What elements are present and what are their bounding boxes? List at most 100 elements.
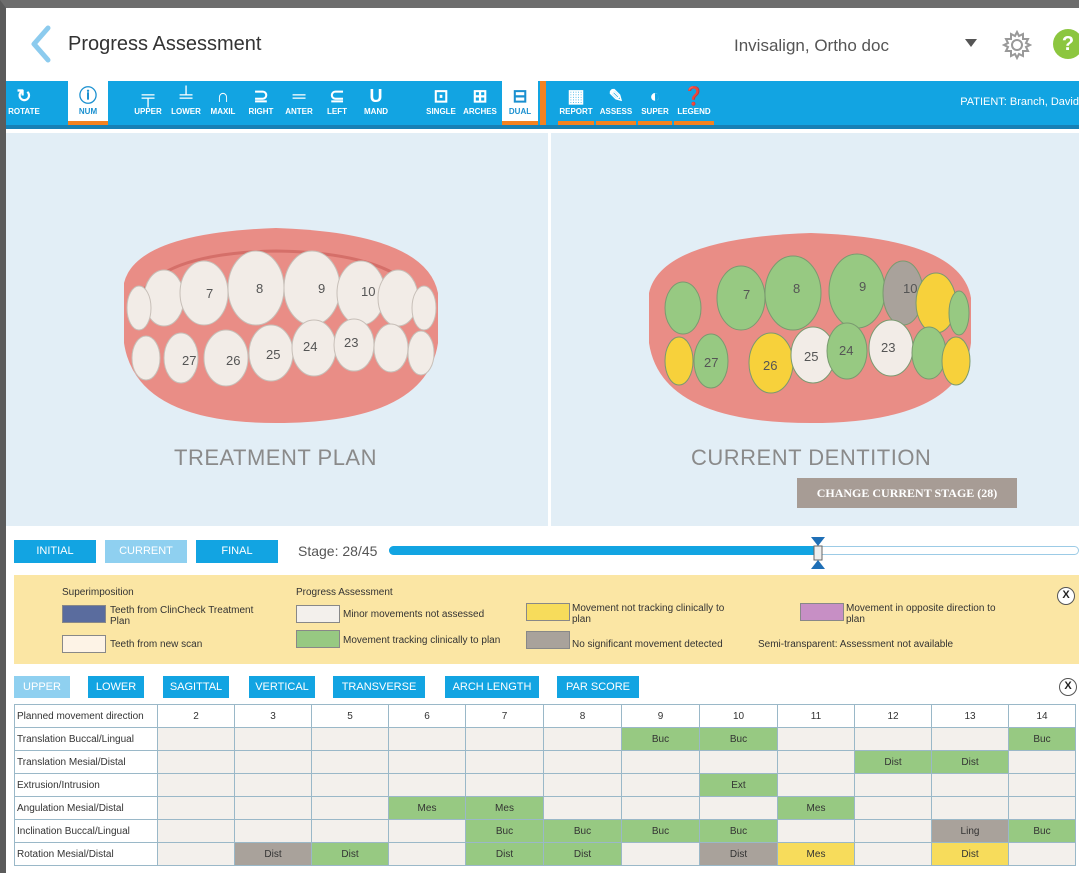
table-cell[interactable]: Mes	[388, 796, 466, 820]
doctor-select[interactable]: Invisalign, Ortho doc	[734, 36, 889, 56]
table-cell[interactable]	[1008, 796, 1076, 820]
table-cell[interactable]	[157, 819, 235, 843]
legend-close-icon[interactable]: X	[1057, 587, 1075, 605]
table-cell[interactable]	[234, 819, 312, 843]
tab-lower[interactable]: LOWER	[88, 676, 144, 698]
table-cell[interactable]: Dist	[854, 750, 932, 774]
table-cell[interactable]	[621, 842, 700, 866]
tab-transverse[interactable]: TRANSVERSE	[333, 676, 425, 698]
table-cell[interactable]: Dist	[699, 842, 778, 866]
table-cell[interactable]: Buc	[1008, 819, 1076, 843]
anter-view-button[interactable]: ═ ANTER	[282, 81, 316, 125]
report-button[interactable]: ▦ REPORT	[558, 81, 594, 125]
table-cell[interactable]: Mes	[465, 796, 544, 820]
table-cell[interactable]: Buc	[465, 819, 544, 843]
table-cell[interactable]: Ling	[931, 819, 1009, 843]
right-view-button[interactable]: ⊇ RIGHT	[244, 81, 278, 125]
table-cell[interactable]	[157, 842, 235, 866]
table-cell[interactable]	[854, 796, 932, 820]
table-cell[interactable]: Dist	[543, 842, 622, 866]
table-cell[interactable]	[311, 819, 389, 843]
arches-view-button[interactable]: ⊞ ARCHES	[460, 81, 500, 125]
table-cell[interactable]: Buc	[621, 819, 700, 843]
table-cell[interactable]	[157, 727, 235, 751]
table-cell[interactable]	[931, 773, 1009, 797]
table-cell[interactable]	[311, 727, 389, 751]
table-cell[interactable]	[157, 750, 235, 774]
rotate-button[interactable]: ↻ ROTATE	[6, 81, 42, 125]
table-cell[interactable]	[311, 750, 389, 774]
current-stage-button[interactable]: CURRENT	[105, 540, 187, 563]
lower-view-button[interactable]: ╧ LOWER	[168, 81, 204, 125]
table-cell[interactable]	[621, 750, 700, 774]
current-dentition-viewer[interactable]: 7 8 9 10 26 25 24 23 27 CURRENT DENTITIO…	[551, 133, 1079, 526]
table-cell[interactable]	[465, 773, 544, 797]
dual-view-button[interactable]: ⊟ DUAL	[502, 81, 538, 125]
change-current-stage-button[interactable]: CHANGE CURRENT STAGE (28)	[797, 478, 1017, 508]
table-cell[interactable]	[931, 727, 1009, 751]
table-close-icon[interactable]: X	[1059, 678, 1077, 696]
help-icon[interactable]: ?	[1053, 29, 1079, 59]
back-arrow-icon[interactable]	[26, 24, 56, 64]
table-cell[interactable]: Mes	[777, 842, 855, 866]
initial-stage-button[interactable]: INITIAL	[14, 540, 96, 563]
table-cell[interactable]	[543, 773, 622, 797]
table-cell[interactable]	[388, 819, 466, 843]
maxil-view-button[interactable]: ∩ MAXIL	[206, 81, 240, 125]
table-cell[interactable]	[234, 773, 312, 797]
table-cell[interactable]	[1008, 750, 1076, 774]
treatment-plan-viewer[interactable]: 7 8 9 10 26 25 24 23 27 TREATMENT PLAN	[6, 133, 548, 526]
table-cell[interactable]	[234, 750, 312, 774]
table-cell[interactable]	[465, 750, 544, 774]
table-cell[interactable]	[388, 750, 466, 774]
table-cell[interactable]	[854, 842, 932, 866]
table-cell[interactable]	[543, 796, 622, 820]
table-cell[interactable]: Buc	[699, 727, 778, 751]
table-cell[interactable]	[1008, 773, 1076, 797]
table-cell[interactable]	[777, 750, 855, 774]
chevron-down-icon[interactable]	[965, 39, 977, 47]
table-cell[interactable]	[699, 796, 778, 820]
table-cell[interactable]	[621, 796, 700, 820]
table-cell[interactable]	[234, 727, 312, 751]
tab-vertical[interactable]: VERTICAL	[249, 676, 315, 698]
gear-icon[interactable]	[1002, 30, 1032, 60]
table-cell[interactable]	[621, 773, 700, 797]
table-cell[interactable]	[854, 773, 932, 797]
table-cell[interactable]: Dist	[234, 842, 312, 866]
table-cell[interactable]: Buc	[543, 819, 622, 843]
tab-upper[interactable]: UPPER	[14, 676, 70, 698]
tab-arch-length[interactable]: ARCH LENGTH	[445, 676, 539, 698]
final-stage-button[interactable]: FINAL	[196, 540, 278, 563]
current-dentition-3d-model[interactable]: 7 8 9 10 26 25 24 23 27	[551, 133, 1079, 463]
table-cell[interactable]: Mes	[777, 796, 855, 820]
assess-button[interactable]: ✎ ASSESS	[596, 81, 636, 125]
table-cell[interactable]: Dist	[465, 842, 544, 866]
table-cell[interactable]	[543, 750, 622, 774]
table-cell[interactable]	[777, 819, 855, 843]
table-cell[interactable]	[465, 727, 544, 751]
table-cell[interactable]: Ext	[699, 773, 778, 797]
table-cell[interactable]: Buc	[1008, 727, 1076, 751]
table-cell[interactable]	[388, 773, 466, 797]
tab-par-score[interactable]: PAR SCORE	[557, 676, 639, 698]
super-button[interactable]: ◐ SUPER	[638, 81, 672, 125]
table-cell[interactable]: Dist	[311, 842, 389, 866]
stage-slider-handle[interactable]	[810, 536, 826, 570]
table-cell[interactable]	[854, 819, 932, 843]
single-view-button[interactable]: ⊡ SINGLE	[424, 81, 458, 125]
table-cell[interactable]	[311, 773, 389, 797]
upper-view-button[interactable]: ╤ UPPER	[130, 81, 166, 125]
table-cell[interactable]	[1008, 842, 1076, 866]
table-cell[interactable]	[234, 796, 312, 820]
table-cell[interactable]	[311, 796, 389, 820]
legend-button[interactable]: ❓ LEGEND	[674, 81, 714, 125]
table-cell[interactable]	[854, 727, 932, 751]
table-cell[interactable]	[699, 750, 778, 774]
table-cell[interactable]	[388, 727, 466, 751]
table-cell[interactable]	[543, 727, 622, 751]
table-cell[interactable]: Dist	[931, 842, 1009, 866]
num-button[interactable]: ⓘ NUM	[68, 81, 108, 125]
treatment-plan-3d-model[interactable]: 7 8 9 10 26 25 24 23 27	[6, 133, 548, 463]
table-cell[interactable]	[157, 773, 235, 797]
